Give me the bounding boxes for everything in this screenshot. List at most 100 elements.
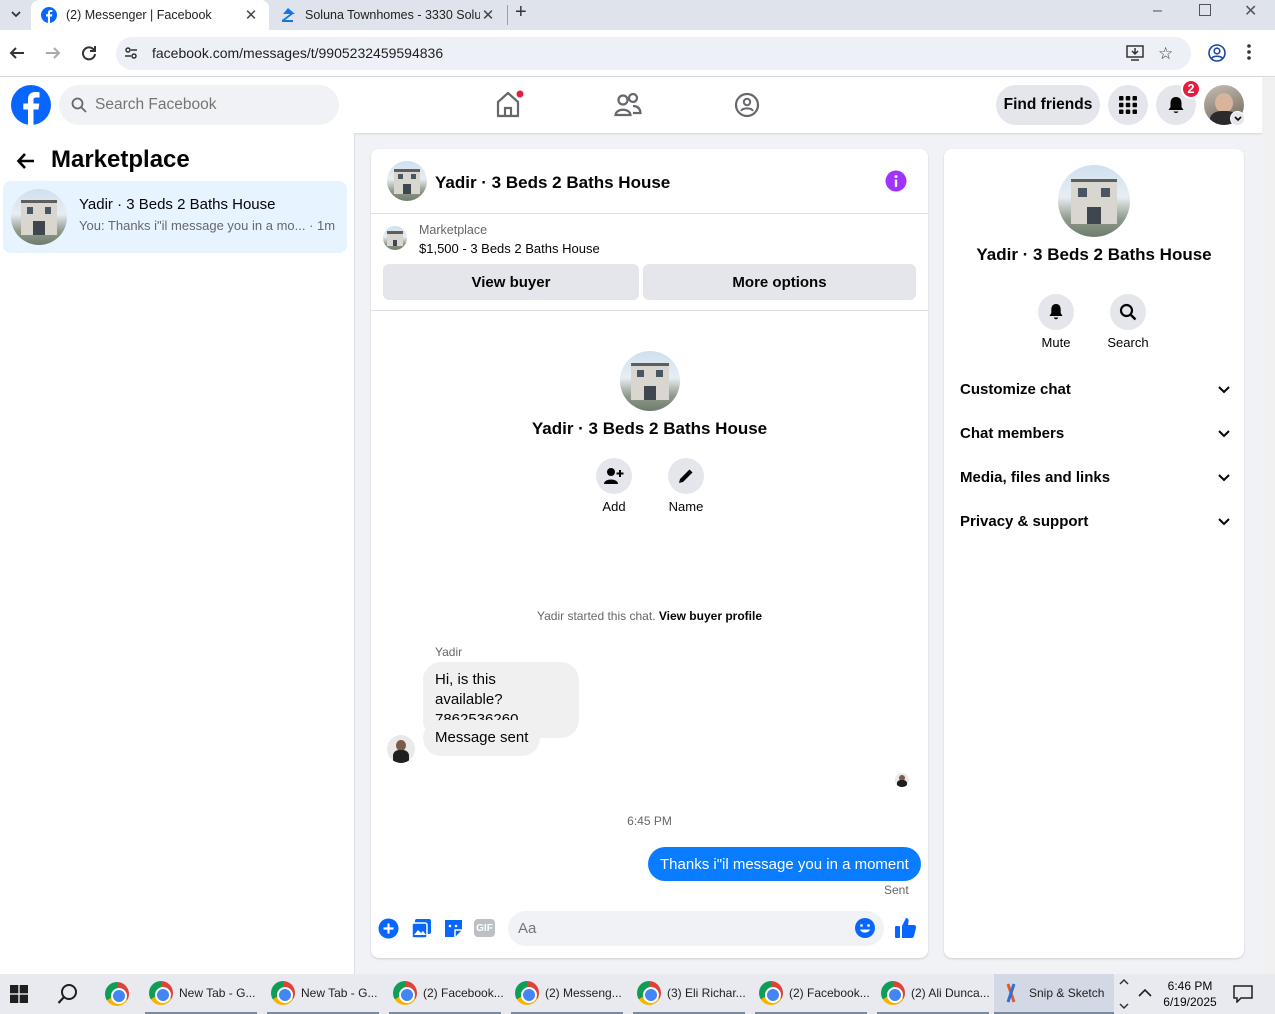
taskbar-clock[interactable]: 6:46 PM 6/19/2025 — [1160, 978, 1220, 1010]
sender-avatar[interactable] — [387, 735, 415, 763]
incoming-message-bubble[interactable]: Message sent — [423, 720, 541, 756]
window-minimize-icon[interactable]: – — [1153, 2, 1162, 20]
forward-arrow-icon[interactable] — [44, 44, 62, 62]
taskbar-item[interactable]: (2) Messeng... — [511, 974, 623, 1014]
clock-date: 6/19/2025 — [1163, 995, 1217, 1009]
tab-search-icon[interactable] — [6, 3, 26, 25]
taskbar-item[interactable]: (2) Facebook... — [755, 974, 870, 1014]
listing-title[interactable]: $1,500 - 3 Beds 2 Baths House — [419, 241, 600, 256]
mute-button[interactable] — [1038, 294, 1074, 330]
listing-thumbnail[interactable] — [383, 226, 407, 250]
bell-icon — [1048, 303, 1064, 321]
taskbar-item[interactable]: New Tab - G... — [267, 974, 379, 1014]
chevron-down-icon — [1218, 473, 1230, 482]
taskbar-item[interactable]: New Tab - G... — [145, 974, 257, 1014]
show-hidden-icons-chevron-icon[interactable] — [1138, 988, 1152, 998]
reload-icon[interactable] — [80, 44, 98, 62]
page-scrollbar[interactable] — [1262, 77, 1275, 974]
chat-members-section[interactable]: Chat members — [960, 425, 1230, 442]
add-people-button[interactable] — [596, 458, 632, 494]
taskbar-item[interactable]: (2) Facebook... — [389, 974, 504, 1014]
back-arrow-icon[interactable] — [16, 151, 36, 171]
photo-icon[interactable] — [411, 918, 432, 939]
search-icon — [1119, 303, 1137, 321]
view-buyer-profile-link[interactable]: View buyer profile — [659, 609, 762, 623]
conversation-list-panel — [0, 133, 355, 975]
bookmark-star-icon[interactable]: ☆ — [1158, 44, 1173, 64]
taskbar-search-icon[interactable] — [57, 983, 79, 1005]
tab-close-icon[interactable]: ✕ — [480, 6, 496, 24]
account-chevron-icon[interactable] — [1230, 111, 1245, 126]
message-composer[interactable] — [508, 911, 884, 946]
taskbar-item[interactable]: (2) Ali Dunca... — [877, 974, 990, 1014]
find-friends-button[interactable]: Find friends — [996, 85, 1100, 125]
profile-icon[interactable] — [1208, 44, 1226, 62]
window-close-icon[interactable]: ✕ — [1244, 1, 1257, 21]
chrome-icon — [149, 981, 173, 1005]
site-info-icon[interactable] — [123, 45, 139, 61]
chevron-down-icon — [1218, 517, 1230, 526]
install-app-icon[interactable] — [1126, 45, 1144, 61]
facebook-search-box[interactable] — [59, 85, 339, 125]
section-label: Privacy & support — [960, 513, 1089, 530]
facebook-logo-icon[interactable] — [11, 85, 51, 125]
tab-close-icon[interactable]: ✕ — [243, 6, 259, 24]
info-icon[interactable] — [885, 170, 907, 192]
divider — [371, 213, 928, 214]
customize-chat-section[interactable]: Customize chat — [960, 381, 1230, 398]
sender-name: Yadir — [435, 645, 463, 659]
tab-title: (2) Messenger | Facebook — [66, 8, 212, 22]
browser-menu-icon[interactable] — [1246, 43, 1252, 61]
sticker-icon[interactable] — [443, 918, 464, 939]
taskbar-scroll-arrows-icon[interactable] — [1118, 976, 1130, 1012]
sent-status: Sent — [884, 883, 909, 897]
groups-nav-icon[interactable] — [734, 92, 760, 118]
notification-center-icon[interactable] — [1233, 985, 1253, 1003]
taskbar-item-snip-sketch[interactable]: Snip & Sketch — [994, 974, 1114, 1014]
add-person-icon — [604, 467, 624, 485]
search-input[interactable] — [95, 96, 325, 114]
taskbar-item[interactable]: (3) Eli Richar... — [633, 974, 746, 1014]
friends-nav-icon[interactable] — [614, 92, 642, 118]
started-text: Yadir started this chat. — [537, 609, 656, 623]
more-options-button[interactable]: More options — [643, 264, 916, 300]
info-panel-avatar[interactable] — [1058, 165, 1130, 237]
windows-start-icon[interactable] — [10, 985, 28, 1003]
message-text: Message sent — [435, 729, 529, 746]
search-conversation-button[interactable] — [1110, 294, 1146, 330]
taskbar-item-label: (2) Facebook... — [789, 986, 870, 1000]
outgoing-message-bubble[interactable]: Thanks i"il message you in a moment — [648, 847, 921, 881]
plus-circle-icon[interactable] — [378, 918, 399, 939]
browser-tab-messenger[interactable]: (2) Messenger | Facebook ✕ — [31, 0, 269, 30]
home-nav-icon[interactable] — [494, 90, 524, 118]
chat-header-avatar[interactable] — [387, 161, 427, 201]
chat-title[interactable]: Yadir · 3 Beds 2 Baths House — [435, 173, 670, 193]
window-restore-icon[interactable] — [1199, 4, 1211, 16]
view-buyer-button[interactable]: View buyer — [383, 264, 639, 300]
browser-tab-soluna[interactable]: Soluna Townhomes - 3330 Solu ✕ — [270, 0, 506, 30]
chrome-icon — [271, 981, 295, 1005]
snip-sketch-icon — [1002, 983, 1020, 1003]
conversation-preview: You: Thanks i"il message you in a mo... … — [79, 218, 336, 233]
taskbar-item-label: (2) Facebook... — [423, 986, 504, 1000]
message-input[interactable] — [518, 911, 838, 946]
gif-label: GIF — [476, 922, 493, 934]
new-tab-plus-icon[interactable]: + — [515, 1, 527, 24]
taskbar-chrome-icon[interactable] — [105, 974, 129, 1014]
back-arrow-icon[interactable] — [8, 44, 26, 62]
thumbs-up-icon[interactable] — [894, 916, 918, 940]
chat-intro-avatar — [620, 351, 680, 411]
chrome-icon — [881, 981, 905, 1005]
menu-grid-icon[interactable] — [1108, 85, 1148, 125]
name-chat-button[interactable] — [668, 458, 704, 494]
chat-started-notice: Yadir started this chat. View buyer prof… — [371, 609, 928, 623]
privacy-support-section[interactable]: Privacy & support — [960, 513, 1230, 530]
media-files-links-section[interactable]: Media, files and links — [960, 469, 1230, 486]
emoji-icon[interactable] — [854, 917, 876, 939]
taskbar-item-label: (2) Ali Dunca... — [911, 986, 990, 1000]
house-photo-avatar — [11, 189, 67, 245]
gif-icon[interactable]: GIF — [474, 919, 495, 937]
url-text[interactable]: facebook.com/messages/t/9905232459594836 — [152, 45, 443, 61]
chrome-icon — [393, 981, 417, 1005]
conversation-name: Yadir · 3 Beds 2 Baths House — [79, 196, 276, 213]
